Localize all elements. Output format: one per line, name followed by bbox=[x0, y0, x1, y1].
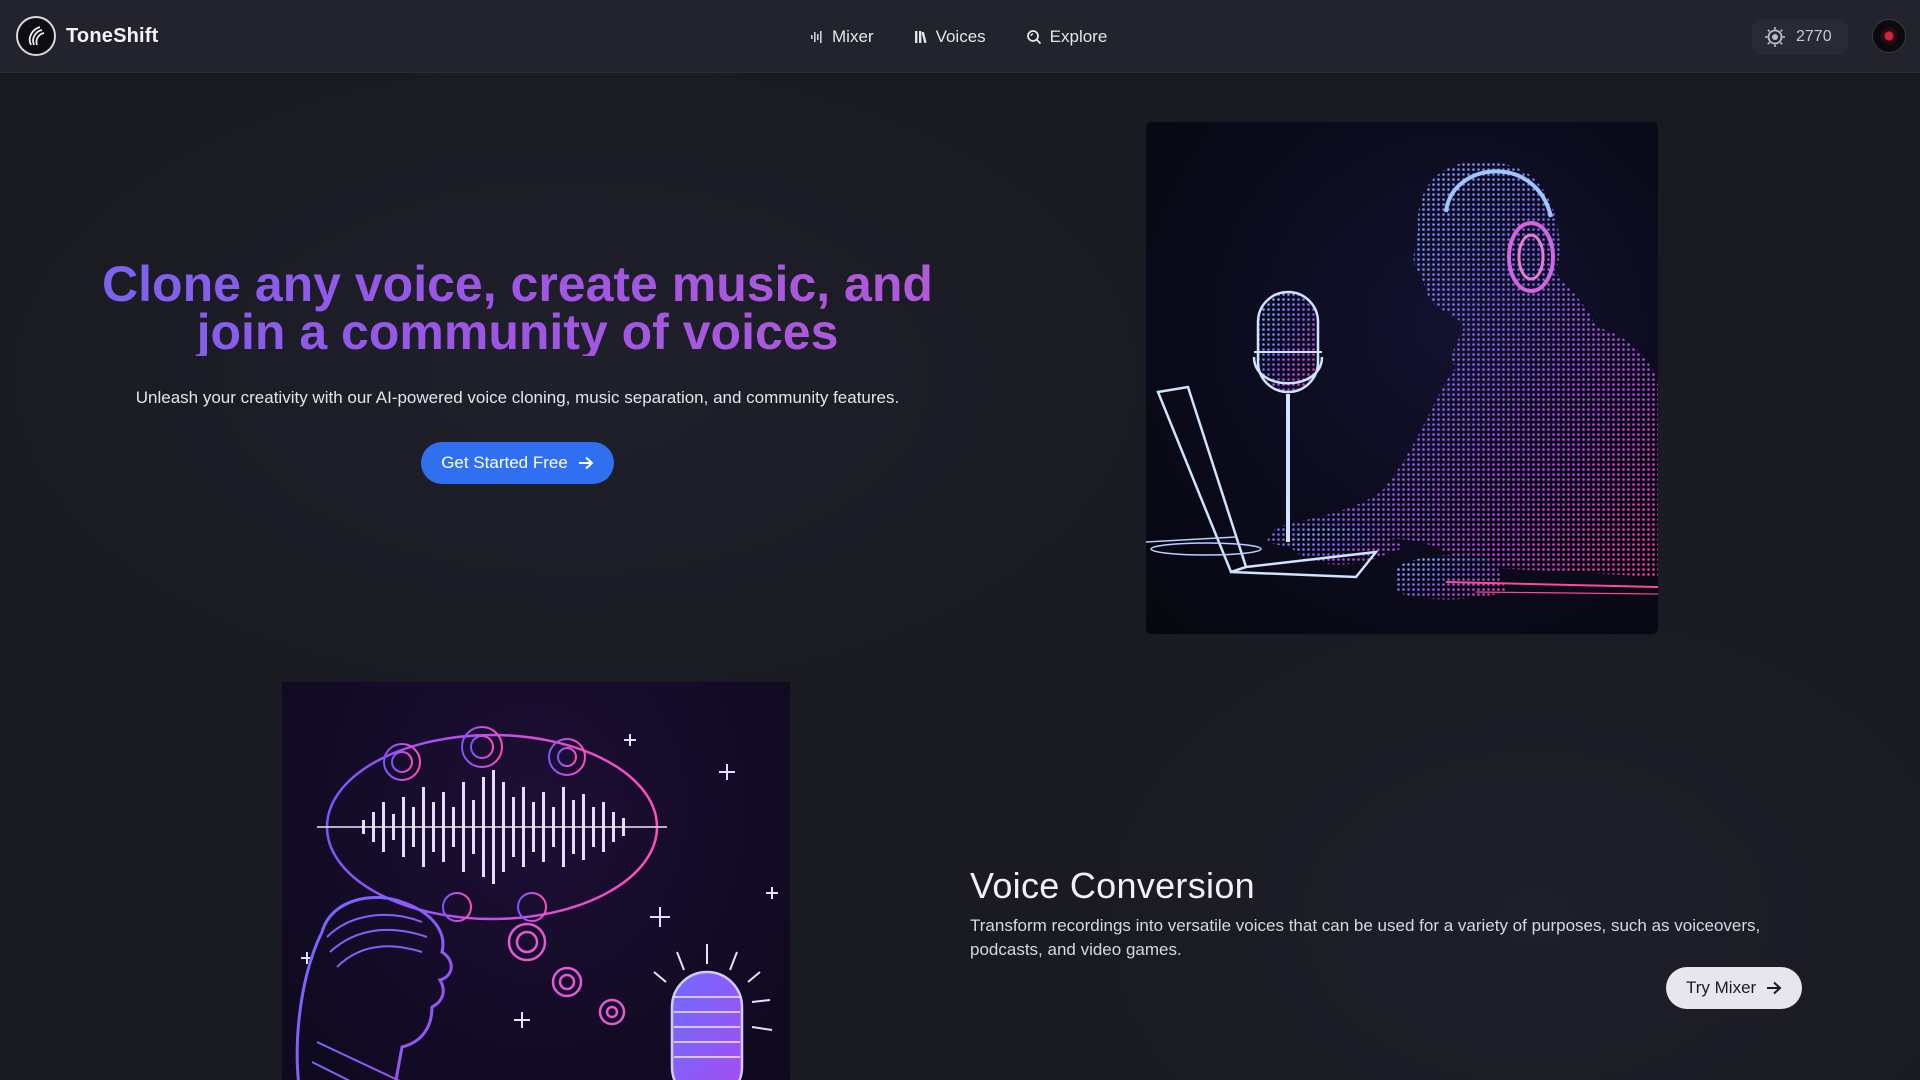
waveform-icon bbox=[811, 30, 822, 43]
hero-title: Clone any voice, create music, and join … bbox=[60, 260, 975, 356]
voice-conversion-section: Voice Conversion Transform recordings in… bbox=[970, 865, 1810, 1009]
credits-badge[interactable]: 2770 bbox=[1752, 19, 1848, 55]
brand-name: ToneShift bbox=[66, 24, 159, 47]
brand[interactable]: ToneShift bbox=[16, 16, 159, 56]
try-mixer-button[interactable]: Try Mixer bbox=[1666, 967, 1803, 1009]
get-started-button[interactable]: Get Started Free bbox=[421, 442, 614, 484]
explore-icon bbox=[1026, 29, 1041, 44]
nav-link-voices[interactable]: Voices bbox=[914, 27, 986, 47]
hero-title-line-2: join a community of voices bbox=[196, 304, 839, 360]
try-mixer-label: Try Mixer bbox=[1686, 978, 1757, 997]
hero-subtitle: Unleash your creativity with our AI-powe… bbox=[135, 388, 900, 407]
nav-link-mixer[interactable]: Mixer bbox=[810, 27, 874, 47]
voice-conversion-illustration bbox=[282, 682, 790, 1080]
nav-link-label: Explore bbox=[1049, 26, 1108, 46]
credits-count: 2770 bbox=[1796, 28, 1832, 45]
feature-title: Voice Conversion bbox=[970, 865, 1255, 906]
brand-logo-icon bbox=[16, 16, 56, 56]
get-started-label: Get Started Free bbox=[441, 453, 568, 472]
arrow-right-icon bbox=[1767, 981, 1782, 995]
arrow-right-icon bbox=[578, 456, 594, 470]
nav-link-label: Voices bbox=[935, 26, 986, 46]
credits-coin-icon bbox=[1765, 27, 1785, 47]
top-navbar: ToneShift Mixer Voices Explore 2770 bbox=[0, 0, 1920, 73]
feature-description: Transform recordings into versatile voic… bbox=[970, 916, 1761, 959]
main-nav: Mixer Voices Explore bbox=[810, 0, 1107, 73]
nav-link-label: Mixer bbox=[832, 26, 874, 46]
library-icon bbox=[914, 30, 927, 43]
hero-illustration bbox=[1146, 122, 1658, 634]
hero-section: Clone any voice, create music, and join … bbox=[60, 260, 975, 484]
nav-link-explore[interactable]: Explore bbox=[1026, 26, 1108, 47]
user-avatar[interactable] bbox=[1872, 19, 1906, 53]
